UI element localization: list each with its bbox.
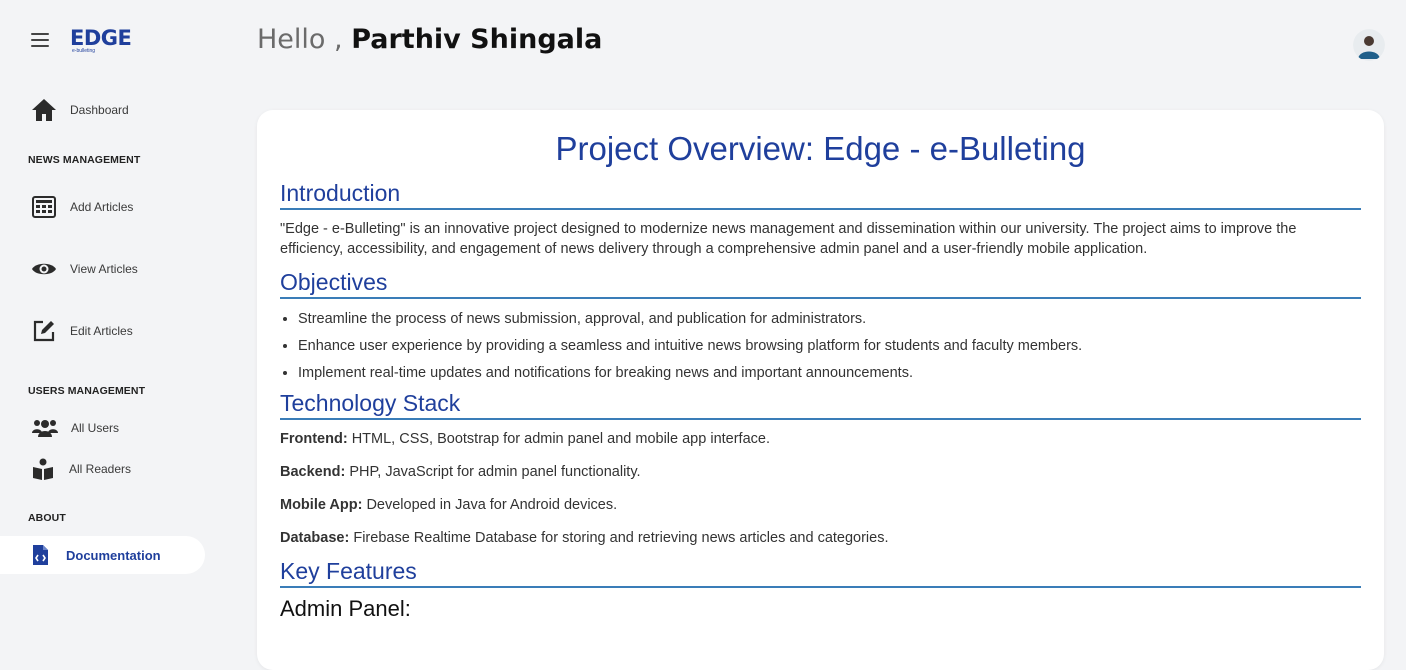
section-title-users: USERS MANAGEMENT — [28, 385, 146, 397]
logo-text: EDGE — [70, 26, 132, 50]
user-avatar-icon — [1353, 29, 1385, 61]
eye-icon — [30, 255, 58, 283]
sidebar-item-all-readers[interactable]: All Readers — [29, 451, 131, 487]
sidebar-item-documentation[interactable]: Documentation — [0, 536, 205, 574]
users-icon — [31, 414, 59, 442]
section-title-news: NEWS MANAGEMENT — [28, 154, 141, 166]
heading-admin-panel: Admin Panel: — [280, 596, 411, 621]
documentation-card: Project Overview: Edge - e-Bulleting Int… — [257, 110, 1384, 670]
newspaper-icon — [30, 193, 58, 221]
sidebar-item-label: View Articles — [70, 262, 138, 276]
heading-introduction: Introduction — [280, 180, 1361, 210]
greeting: Hello , Parthiv Shingala — [257, 24, 602, 55]
tech-item: Database: Firebase Realtime Database for… — [280, 528, 1361, 548]
tech-item: Frontend: HTML, CSS, Bootstrap for admin… — [280, 429, 1361, 449]
tech-item: Backend: PHP, JavaScript for admin panel… — [280, 462, 1361, 482]
hamburger-menu-icon[interactable] — [31, 33, 49, 49]
app-logo[interactable]: EDGE e-bulleting — [70, 26, 132, 56]
sidebar: EDGE e-bulleting Dashboard NEWS MANAGEME… — [0, 0, 230, 641]
user-name: Parthiv Shingala — [351, 24, 603, 55]
tech-item: Mobile App: Developed in Java for Androi… — [280, 495, 1361, 515]
sidebar-item-label: All Readers — [69, 462, 132, 476]
sidebar-item-label: Add Articles — [70, 200, 134, 214]
tech-text: HTML, CSS, Bootstrap for admin panel and… — [351, 431, 770, 447]
section-title-about: ABOUT — [28, 512, 66, 524]
objectives-list: Streamline the process of news submissio… — [280, 309, 1361, 383]
list-item: Implement real-time updates and notifica… — [298, 363, 1361, 383]
avatar[interactable] — [1353, 29, 1385, 61]
sidebar-item-all-users[interactable]: All Users — [31, 410, 119, 446]
tech-label: Frontend: — [280, 431, 348, 447]
tech-text: Developed in Java for Android devices. — [366, 497, 618, 513]
documentation-content: Project Overview: Edge - e-Bulleting Int… — [280, 110, 1361, 622]
heading-technology-stack: Technology Stack — [280, 390, 1361, 420]
sidebar-item-view-articles[interactable]: View Articles — [30, 251, 138, 287]
sidebar-item-label: Dashboard — [70, 103, 129, 117]
logo-subtext: e-bulleting — [72, 48, 96, 54]
heading-objectives: Objectives — [280, 269, 1361, 299]
tech-label: Mobile App: — [280, 497, 363, 513]
list-item: Enhance user experience by providing a s… — [298, 336, 1361, 356]
home-icon — [30, 96, 58, 124]
sidebar-item-label: All Users — [71, 421, 120, 435]
list-item: Streamline the process of news submissio… — [298, 309, 1361, 329]
heading-key-features: Key Features — [280, 558, 1361, 588]
sidebar-item-label: Documentation — [66, 547, 161, 563]
page-title: Project Overview: Edge - e-Bulleting — [555, 130, 1086, 167]
edit-icon — [30, 317, 58, 345]
sidebar-item-add-articles[interactable]: Add Articles — [30, 189, 133, 225]
tech-text: PHP, JavaScript for admin panel function… — [349, 464, 641, 480]
tech-label: Backend: — [280, 464, 346, 480]
tech-label: Database: — [280, 530, 350, 546]
sidebar-item-dashboard[interactable]: Dashboard — [30, 92, 129, 128]
tech-text: Firebase Realtime Database for storing a… — [353, 530, 889, 546]
greeting-prefix: Hello , — [257, 24, 343, 55]
reader-icon — [29, 455, 57, 483]
sidebar-item-label: Edit Articles — [70, 324, 133, 338]
introduction-text: "Edge - e-Bulleting" is an innovative pr… — [280, 221, 1297, 257]
document-code-icon — [26, 541, 54, 569]
sidebar-item-edit-articles[interactable]: Edit Articles — [30, 313, 133, 349]
